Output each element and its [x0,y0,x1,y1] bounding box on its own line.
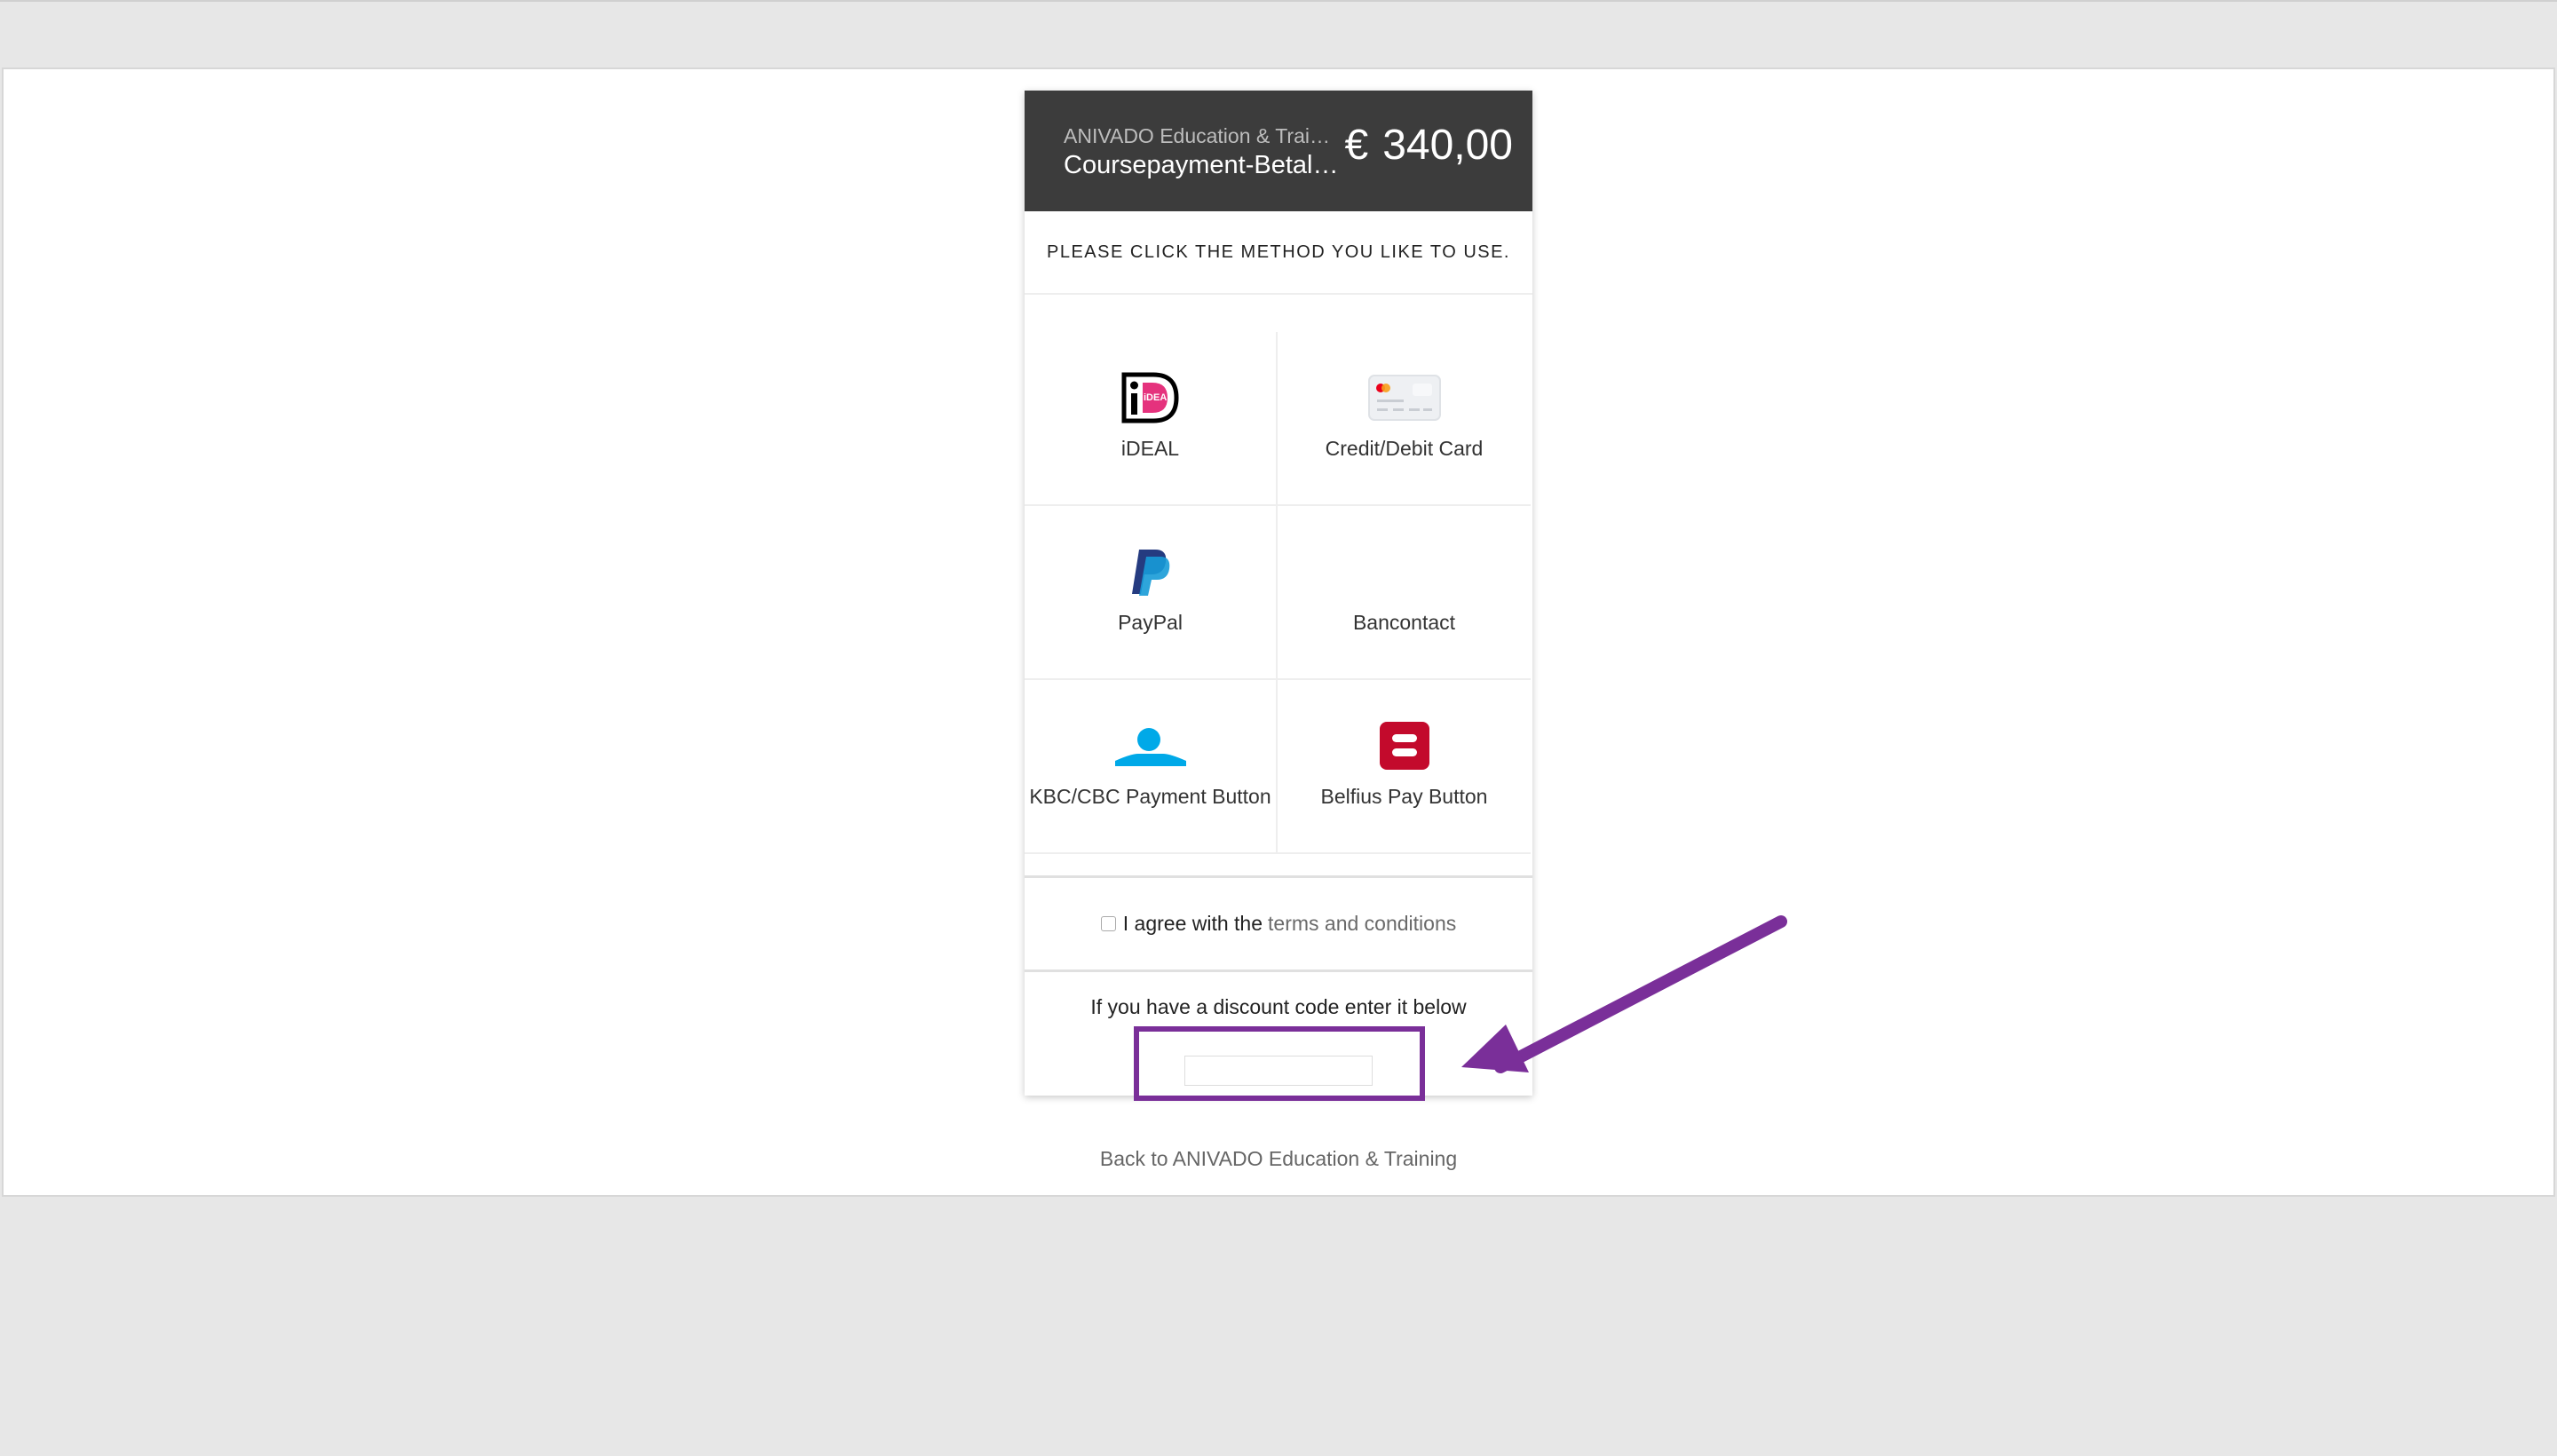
svg-text:iDEAL: iDEAL [1144,392,1173,403]
paypal-icon [1131,550,1169,596]
discount-label: If you have a discount code enter it bel… [1090,995,1467,1018]
terms-checkbox[interactable] [1100,916,1116,931]
payment-header: ANIVADO Education & Training Coursepayme… [1025,91,1532,211]
discount-code-input[interactable] [1184,1056,1373,1086]
method-kbc[interactable]: KBC/CBC Payment Button [1025,680,1278,854]
kbc-icon [1114,728,1186,766]
method-label: iDEAL [1120,437,1180,460]
method-label: Credit/Debit Card [1325,437,1484,460]
terms-agreement: I agree with the terms and conditions [1025,875,1532,969]
amount-value: 340,00 [1382,122,1513,169]
method-label: KBC/CBC Payment Button [1029,785,1271,808]
method-credit-card[interactable]: Credit/Debit Card [1278,332,1531,506]
method-paypal[interactable]: PayPal [1025,506,1278,680]
method-label: PayPal [1118,611,1183,634]
merchant-name: ANIVADO Education & Training [1064,124,1339,147]
belfius-icon [1379,722,1429,770]
currency-symbol: € [1344,122,1369,169]
agree-text: I agree with the [1122,912,1263,935]
payment-methods-grid: iDEAL iDEAL Credit/Debit Card PayPal Ban… [1025,332,1532,856]
back-link[interactable]: Back to ANIVADO Education & Training [0,1147,2557,1171]
bancontact-icon [1378,554,1431,590]
method-ideal[interactable]: iDEAL iDEAL [1025,332,1278,506]
payment-amount: €340,00 [1344,121,1513,170]
credit-card-icon [1367,375,1441,421]
top-border [0,0,2557,2]
terms-link[interactable]: terms and conditions [1268,912,1456,936]
discount-section: If you have a discount code enter it bel… [1025,969,1532,1096]
instruction-text: PLEASE CLICK THE METHOD YOU LIKE TO USE. [1025,211,1532,295]
method-label: Bancontact [1352,611,1456,634]
product-name: Coursepayment-Betaling [1064,151,1339,179]
method-belfius[interactable]: Belfius Pay Button [1278,680,1531,854]
payment-card: ANIVADO Education & Training Coursepayme… [1025,91,1532,1096]
ideal-icon: iDEAL [1121,372,1179,423]
method-label: Belfius Pay Button [1320,785,1488,808]
method-bancontact[interactable]: Bancontact [1278,506,1531,680]
